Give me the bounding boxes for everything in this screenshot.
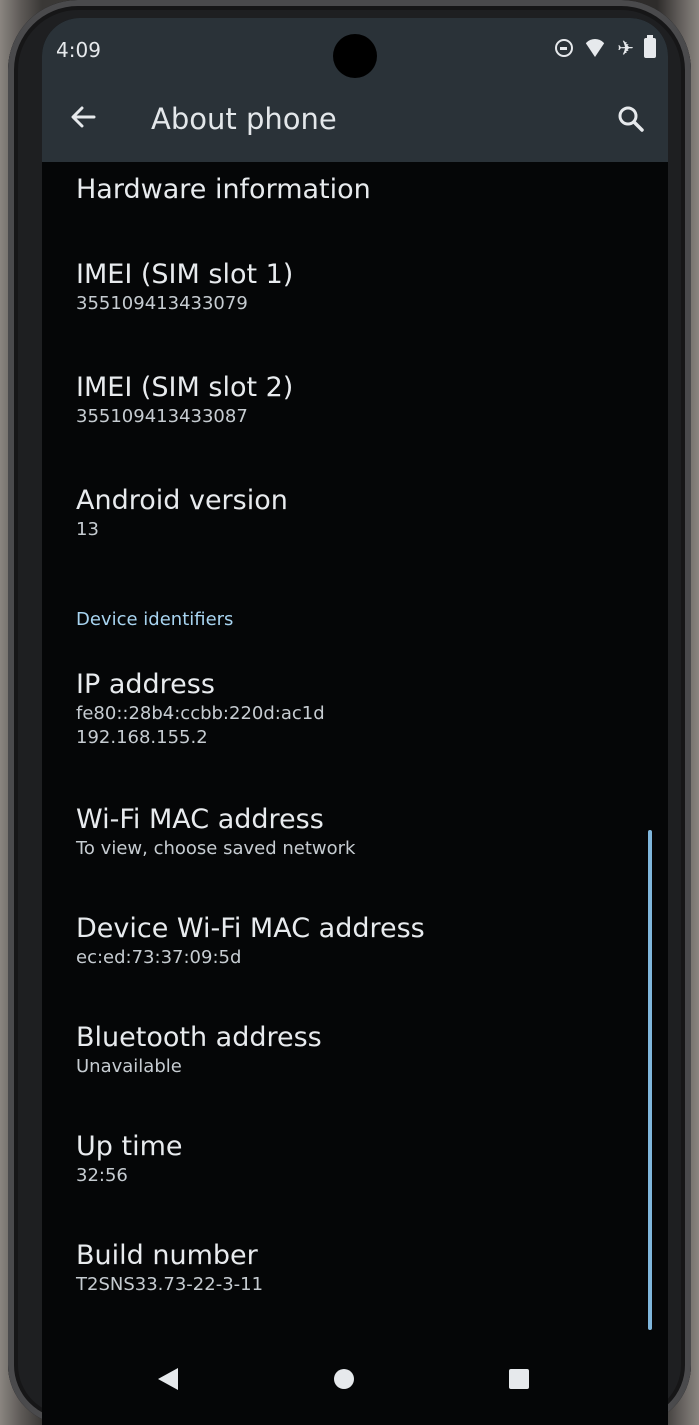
item-title: IMEI (SIM slot 1) <box>76 259 294 290</box>
item-subtitle: 13 <box>76 519 99 540</box>
nav-back-triangle-icon[interactable] <box>158 1368 178 1390</box>
item-title: IP address <box>76 669 215 700</box>
imei-sim1-item[interactable]: IMEI (SIM slot 1) 355109413433079 <box>76 258 293 316</box>
item-subtitle: Unavailable <box>76 1056 182 1077</box>
item-title: Bluetooth address <box>76 1022 322 1053</box>
status-time: 4:09 <box>56 38 101 62</box>
phone-screen: 4:09 ✈ About phone Hardware information … <box>42 18 668 1425</box>
page-title: About phone <box>151 102 337 136</box>
wifi-icon <box>583 39 608 57</box>
battery-icon <box>644 35 656 58</box>
device-wifi-mac-address-item[interactable]: Device Wi-Fi MAC address ec:ed:73:37:09:… <box>76 912 425 970</box>
item-subtitle: fe80::28b4:ccbb:220d:ac1d <box>76 703 325 724</box>
device-identifiers-header: Device identifiers <box>76 609 234 630</box>
status-icons: ✈ <box>555 35 656 60</box>
item-subtitle: 355109413433079 <box>76 293 248 314</box>
item-subtitle: ec:ed:73:37:09:5d <box>76 947 242 968</box>
item-title: IMEI (SIM slot 2) <box>76 372 294 403</box>
navigation-bar <box>42 1338 668 1418</box>
app-bar: 4:09 ✈ About phone <box>42 18 668 162</box>
android-version-item[interactable]: Android version 13 <box>76 484 288 542</box>
item-subtitle: 32:56 <box>76 1165 128 1186</box>
up-time-item[interactable]: Up time 32:56 <box>76 1130 182 1188</box>
item-title: Device Wi-Fi MAC address <box>76 913 425 944</box>
hardware-information-item[interactable]: Hardware information <box>76 174 371 205</box>
do-not-disturb-icon <box>555 39 574 57</box>
item-title: Up time <box>76 1131 183 1162</box>
item-title: Build number <box>76 1240 258 1271</box>
ip-address-item[interactable]: IP address fe80::28b4:ccbb:220d:ac1d 192… <box>76 668 325 750</box>
item-title: Android version <box>76 485 288 516</box>
wifi-mac-address-item[interactable]: Wi-Fi MAC address To view, choose saved … <box>76 803 355 861</box>
nav-home-circle-icon[interactable] <box>334 1369 354 1389</box>
nav-recents-square-icon[interactable] <box>509 1369 529 1389</box>
arrow-back-icon <box>71 106 96 128</box>
item-subtitle: 355109413433087 <box>76 406 248 427</box>
search-button[interactable] <box>616 104 646 134</box>
item-subtitle: T2SNS33.73-22-3-11 <box>76 1274 264 1295</box>
scrollbar[interactable] <box>648 830 652 1330</box>
front-camera <box>333 34 377 78</box>
item-subtitle-2: 192.168.155.2 <box>76 727 208 748</box>
build-number-item[interactable]: Build number T2SNS33.73-22-3-11 <box>76 1239 263 1297</box>
back-button[interactable] <box>68 102 98 132</box>
bluetooth-address-item[interactable]: Bluetooth address Unavailable <box>76 1021 322 1079</box>
item-subtitle: To view, choose saved network <box>76 838 356 859</box>
search-icon <box>618 106 644 132</box>
item-title: Wi-Fi MAC address <box>76 804 324 835</box>
imei-sim2-item[interactable]: IMEI (SIM slot 2) 355109413433087 <box>76 371 293 429</box>
airplane-icon: ✈ <box>617 36 634 60</box>
